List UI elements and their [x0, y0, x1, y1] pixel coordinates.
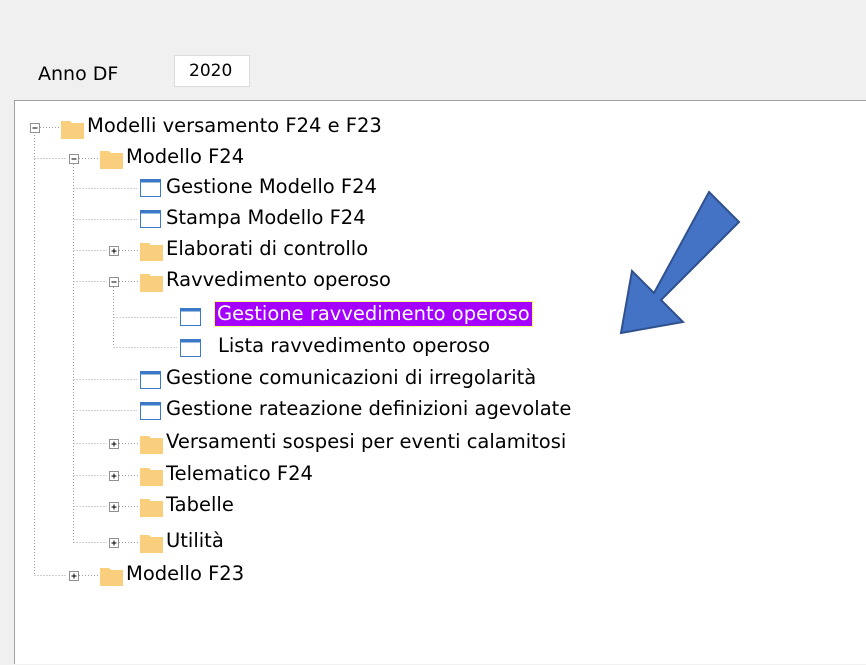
expander-versamenti-sospesi[interactable] — [109, 439, 119, 449]
expander-telematico[interactable] — [109, 471, 119, 481]
tree-node-gestione-modello-f24[interactable]: Gestione Modello F24 — [166, 173, 377, 201]
folder-icon — [140, 274, 163, 292]
tree-node-telematico-f24[interactable]: Telematico F24 — [166, 460, 313, 488]
anno-df-input[interactable]: 2020 — [174, 55, 250, 87]
tree-node-stampa-modello-f24[interactable]: Stampa Modello F24 — [166, 204, 366, 232]
tree-node-gestione-ravvedimento-operoso[interactable]: Gestione ravvedimento operoso — [214, 301, 533, 327]
expander-modello-f23[interactable] — [69, 571, 79, 581]
folder-icon — [140, 499, 163, 517]
form-icon — [140, 371, 161, 389]
expander-ravvedimento[interactable] — [109, 277, 119, 287]
folder-icon — [140, 243, 163, 261]
anno-df-label: Anno DF — [38, 63, 119, 85]
arrow-annotation-icon — [619, 190, 741, 335]
tree-node-versamenti-sospesi[interactable]: Versamenti sospesi per eventi calamitosi — [166, 428, 566, 456]
folder-icon — [100, 568, 123, 586]
tree-node-modelli-versamento[interactable]: Modelli versamento F24 e F23 — [87, 112, 382, 140]
tree-node-tabelle[interactable]: Tabelle — [166, 491, 234, 519]
expander-root[interactable] — [30, 123, 40, 133]
folder-icon — [140, 535, 163, 553]
folder-icon — [100, 151, 123, 169]
form-icon — [140, 179, 161, 197]
tree-node-gestione-rateazione[interactable]: Gestione rateazione definizioni agevolat… — [166, 395, 571, 423]
expander-modello-f24[interactable] — [69, 154, 79, 164]
folder-icon — [140, 468, 163, 486]
tree-node-ravvedimento-operoso[interactable]: Ravvedimento operoso — [166, 266, 391, 294]
form-icon — [140, 402, 161, 420]
tree-node-lista-ravvedimento-operoso[interactable]: Lista ravvedimento operoso — [218, 332, 490, 360]
tree-node-elaborati-di-controllo[interactable]: Elaborati di controllo — [166, 235, 368, 263]
form-icon — [140, 210, 161, 228]
folder-icon — [61, 121, 84, 139]
tree-node-modello-f23[interactable]: Modello F23 — [126, 560, 244, 588]
folder-icon — [140, 436, 163, 454]
tree-panel: Modelli versamento F24 e F23 Modello F24… — [14, 100, 866, 664]
expander-tabelle[interactable] — [109, 502, 119, 512]
form-icon — [180, 308, 201, 326]
expander-elaborati[interactable] — [109, 246, 119, 256]
tree-node-gestione-comunicazioni-irregolarita[interactable]: Gestione comunicazioni di irregolarità — [166, 364, 536, 392]
tree-node-modello-f24[interactable]: Modello F24 — [126, 143, 244, 171]
form-icon — [180, 339, 201, 357]
tree-node-utilita[interactable]: Utilità — [166, 527, 224, 555]
expander-utilita[interactable] — [109, 538, 119, 548]
